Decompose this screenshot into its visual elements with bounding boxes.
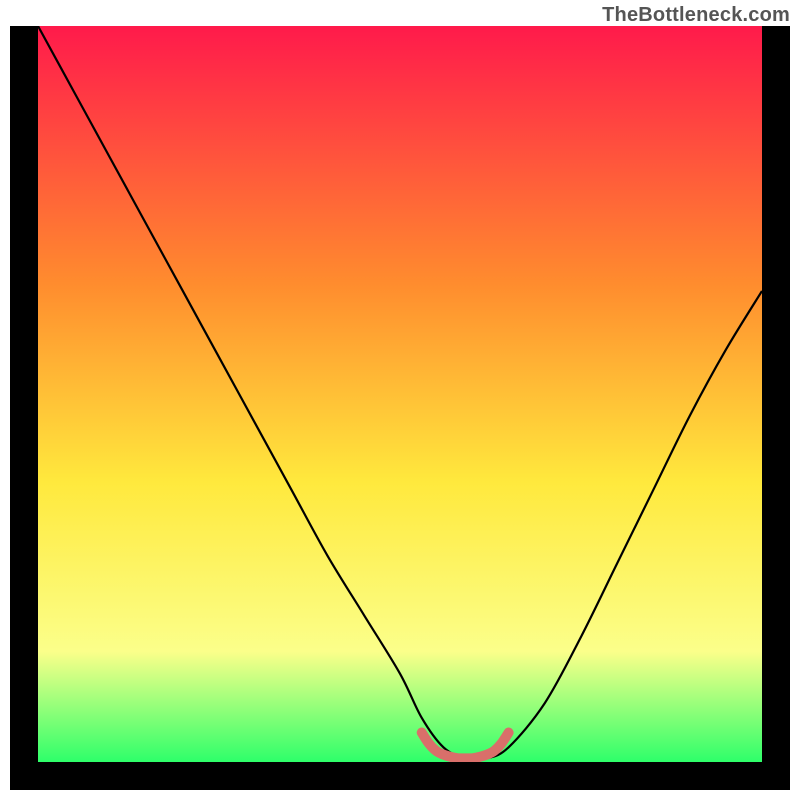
chart-plot-area	[38, 26, 762, 762]
chart-svg	[38, 26, 762, 762]
watermark-text: TheBottleneck.com	[602, 4, 790, 27]
chart-frame	[10, 26, 790, 790]
chart-background-gradient	[38, 26, 762, 762]
